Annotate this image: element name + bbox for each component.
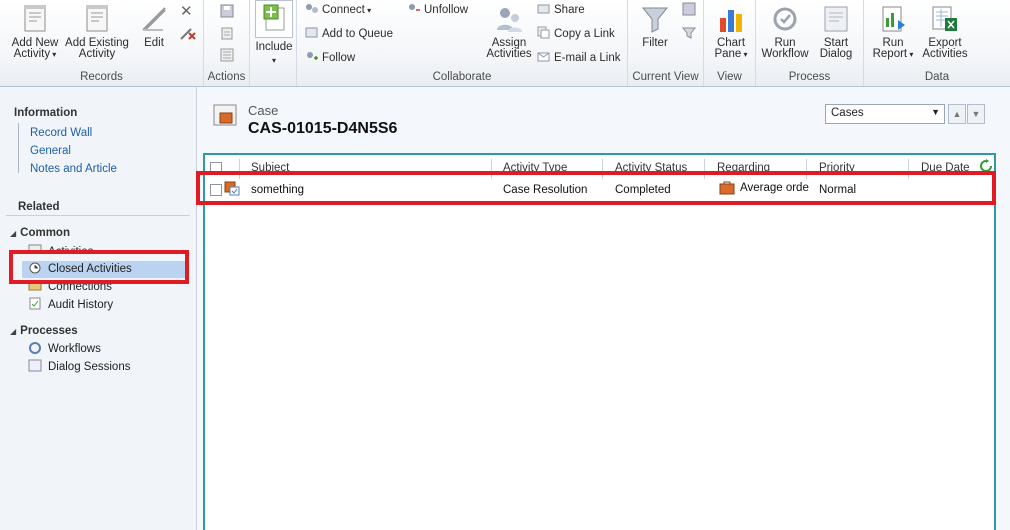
current-view-group-label: Current View (632, 71, 699, 83)
assign-icon (494, 4, 524, 34)
new-activity-icon (20, 4, 50, 34)
data-group-label: Data (924, 71, 950, 83)
unfollow-icon (407, 2, 420, 15)
view-group-label: View (717, 71, 742, 83)
view-group: Chart Pane ▾ View (704, 0, 756, 86)
copy-record-icon[interactable] (220, 26, 234, 43)
view-selector[interactable]: Cases ▼ (825, 104, 945, 124)
copy-link-icon (537, 26, 550, 39)
records-group: Add New Activity ▾ Add Existing Activity… (0, 0, 204, 86)
chart-pane-button[interactable]: Chart Pane ▾ (708, 4, 754, 60)
email-icon (537, 50, 550, 63)
add-to-queue-button[interactable]: Add to Queue (305, 26, 393, 40)
nav-workflows[interactable]: Workflows (28, 341, 101, 358)
nav-dialog-sessions[interactable]: Dialog Sessions (28, 359, 130, 376)
follow-icon (305, 50, 318, 63)
ribbon: Add New Activity ▾ Add Existing Activity… (0, 0, 1010, 87)
case-icon (211, 103, 239, 132)
process-group: Run Workflow Start Dialog Process (756, 0, 864, 86)
chevron-down-icon: ▼ (931, 107, 940, 117)
view-selector-value: Cases (831, 107, 864, 119)
edit-button[interactable]: Edit (136, 4, 172, 49)
workflows-icon (28, 341, 42, 354)
nav-record-wall[interactable]: Record Wall (30, 127, 92, 139)
start-dialog-button[interactable]: Start Dialog (812, 4, 860, 60)
highlight-row (196, 171, 996, 205)
arrow-down-icon[interactable]: ▼ (967, 104, 985, 124)
email-link-button[interactable]: E-mail a Link (537, 50, 620, 64)
delete-icon[interactable]: ✕ (180, 2, 193, 20)
nav-audit-history[interactable]: Audit History (28, 297, 113, 314)
clear-filter-icon[interactable] (681, 26, 697, 43)
run-workflow-button[interactable]: Run Workflow (760, 4, 810, 60)
assign-activities-button[interactable]: Assign Activities (483, 4, 535, 60)
related-header: Related (18, 201, 60, 213)
save-view-icon[interactable] (682, 2, 696, 19)
filter-icon (640, 4, 670, 34)
left-navigation: Information Record Wall General Notes an… (0, 87, 197, 530)
chart-icon (716, 4, 746, 34)
include-icon (255, 0, 293, 38)
save-icon[interactable] (220, 4, 234, 21)
data-group: Run Report ▾ Export Activities Data (864, 0, 1010, 86)
share-button[interactable]: Share (537, 2, 585, 16)
workflow-icon (770, 4, 800, 34)
process-group-label: Process (788, 71, 831, 83)
existing-activity-icon (82, 4, 112, 34)
tree-line (18, 123, 19, 173)
actions-group-label: Actions (207, 71, 246, 83)
activities-grid: Subject Activity Type Activity Status Re… (203, 153, 996, 530)
record-title: CAS-01015-D4N5S6 (248, 120, 398, 137)
export-excel-icon (930, 4, 960, 34)
current-view-group: Filter Current View (628, 0, 704, 86)
run-report-button[interactable]: Run Report ▾ (868, 4, 918, 60)
dialog-sessions-icon (28, 359, 42, 372)
add-new-activity-button[interactable]: Add New Activity ▾ (8, 4, 62, 60)
entity-label: Case (248, 103, 279, 118)
bulk-delete-icon[interactable] (179, 25, 197, 44)
connect-button[interactable]: Connect ▾ (305, 2, 371, 16)
dialog-icon (821, 4, 851, 34)
share-icon (537, 2, 550, 15)
actions-group: Actions (204, 0, 250, 86)
records-group-label: Records (80, 71, 123, 83)
include-button[interactable]: Include ▾ (252, 0, 296, 66)
report-icon (878, 4, 908, 34)
collaborate-group: Connect ▾ Add to Queue Follow Unfollow A… (296, 0, 628, 86)
main-area: Case CAS-01015-D4N5S6 Cases ▼ ▲ ▼ Subjec… (197, 87, 1010, 530)
properties-icon[interactable] (220, 48, 234, 65)
common-header[interactable]: ◢ Common (10, 227, 70, 239)
divider (6, 215, 190, 216)
nav-notes-and-article[interactable]: Notes and Article (30, 163, 117, 175)
add-existing-activity-button[interactable]: Add Existing Activity (64, 4, 130, 60)
highlight-closed-activities (9, 250, 189, 284)
information-header: Information (14, 107, 78, 119)
arrow-up-icon[interactable]: ▲ (948, 104, 966, 124)
queue-icon (305, 26, 318, 39)
collaborate-group-label: Collaborate (432, 71, 492, 83)
audit-icon (28, 297, 42, 310)
copy-link-button[interactable]: Copy a Link (537, 26, 615, 40)
connect-icon (305, 2, 318, 15)
nav-general[interactable]: General (30, 145, 71, 157)
export-activities-button[interactable]: Export Activities (920, 4, 970, 60)
processes-header[interactable]: ◢ Processes (10, 325, 78, 337)
unfollow-button[interactable]: Unfollow (407, 2, 468, 16)
follow-button[interactable]: Follow (305, 50, 355, 64)
filter-button[interactable]: Filter (634, 4, 676, 49)
edit-icon (139, 4, 169, 34)
